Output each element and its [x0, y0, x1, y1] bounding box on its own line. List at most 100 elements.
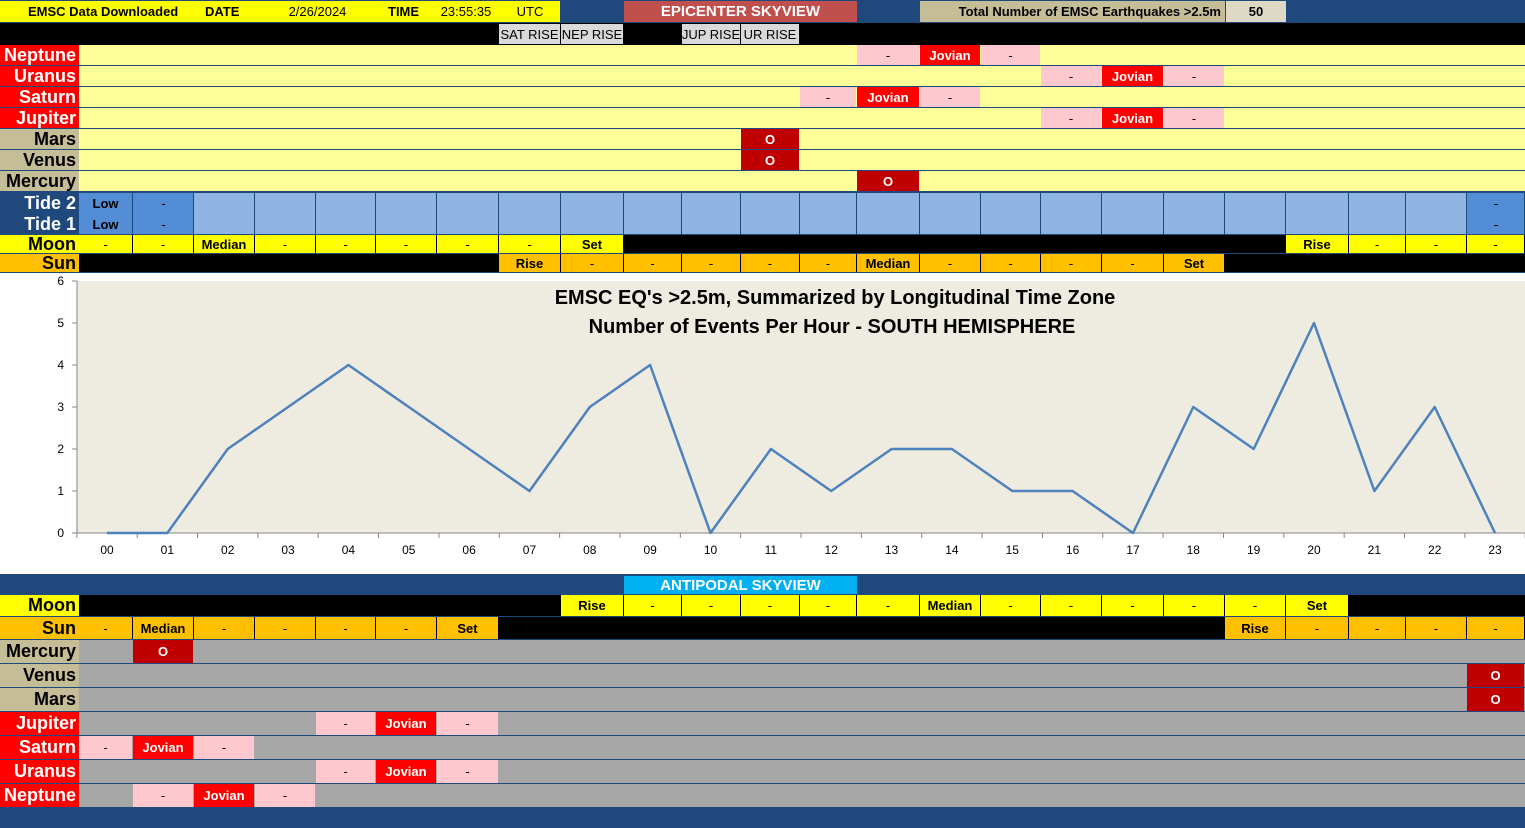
tide-cell — [624, 193, 681, 234]
antipodal-moon-cell: - — [800, 595, 856, 616]
x-tick-label: 04 — [342, 543, 356, 557]
jovian-cell: Jovian — [133, 736, 193, 759]
conjunction-cell: O — [741, 150, 799, 170]
jovian-margin-cell: - — [316, 760, 375, 783]
jovian-cell: Jovian — [1102, 108, 1163, 128]
antipodal-skyview-title: ANTIPODAL SKYVIEW — [624, 576, 857, 594]
jovian-cell: Jovian — [1102, 66, 1163, 86]
epicenter-moon-cell: - — [437, 235, 498, 253]
x-tick-label: 23 — [1488, 543, 1502, 557]
jovian-margin-cell: - — [79, 736, 132, 759]
antipodal-moon-cell: - — [741, 595, 799, 616]
jovian-margin-cell: - — [133, 784, 193, 807]
tide1-low: Low — [92, 216, 119, 232]
rise-label: UR RISE — [741, 24, 799, 44]
antipodal-moon-cell: Set — [1286, 595, 1348, 616]
y-tick-label: 0 — [57, 526, 64, 540]
y-tick-label: 2 — [57, 442, 64, 456]
epicenter-planet-band — [79, 129, 1525, 149]
jovian-cell: Jovian — [376, 760, 436, 783]
jovian-margin-cell: - — [981, 45, 1040, 65]
tide-cell — [800, 193, 856, 234]
jovian-margin-cell: - — [255, 784, 315, 807]
tide-cell — [1041, 193, 1101, 234]
jovian-margin-cell: - — [437, 712, 498, 735]
epicenter-moon-cell: - — [255, 235, 315, 253]
antipodal-planet-label: Jupiter — [0, 712, 79, 735]
tide2-low: Low — [92, 195, 119, 211]
rise-label: NEP RISE — [561, 24, 623, 44]
y-tick-label: 3 — [57, 400, 64, 414]
x-tick-label: 18 — [1187, 543, 1201, 557]
epicenter-moon-cell: - — [133, 235, 193, 253]
antipodal-sun-cell: - — [316, 617, 375, 639]
earthquake-line-chart: 0123456 00 01 02 03 04 05 06 07 08 09 10 11 12 13 14 15… — [57, 274, 1525, 557]
antipodal-planet-band — [79, 760, 1525, 783]
tide-cell — [1102, 193, 1163, 234]
epicenter-sun-cell: - — [741, 254, 799, 272]
timezone-label: UTC — [516, 4, 544, 19]
antipodal-planet-band — [79, 664, 1525, 687]
antipodal-moon-cell: Median — [920, 595, 980, 616]
x-tick-label: 01 — [161, 543, 175, 557]
jovian-cell: Jovian — [194, 784, 254, 807]
antipodal-moon-cell: - — [857, 595, 919, 616]
epicenter-sun-cell: - — [682, 254, 740, 272]
antipodal-moon-cell: - — [981, 595, 1040, 616]
epicenter-planet-label: Mars — [0, 129, 79, 149]
x-tick-label: 21 — [1368, 543, 1382, 557]
rise-label: SAT RISE — [499, 24, 560, 44]
antipodal-sun-cell: Rise — [1225, 617, 1285, 639]
epicenter-moon-cell: - — [376, 235, 436, 253]
antipodal-planet-band — [79, 640, 1525, 663]
tide1-label: Tide 1 — [24, 214, 76, 234]
tide-cell — [981, 193, 1040, 234]
epicenter-planet-band — [79, 108, 1525, 128]
epicenter-moon-cell: - — [1406, 235, 1466, 253]
jovian-margin-cell: - — [1041, 66, 1101, 86]
jovian-margin-cell: - — [857, 45, 919, 65]
epicenter-moon-label: Moon — [0, 235, 79, 253]
antipodal-planet-band — [79, 712, 1525, 735]
x-tick-label: 11 — [765, 543, 778, 557]
tide-cell — [1286, 193, 1348, 234]
antipodal-moon-cell: Rise — [561, 595, 623, 616]
epicenter-planet-label: Venus — [0, 150, 79, 170]
time-label: TIME — [388, 4, 420, 19]
jovian-margin-cell: - — [437, 760, 498, 783]
tide-cell — [437, 193, 498, 234]
jovian-cell: Jovian — [920, 45, 980, 65]
date-label: DATE — [205, 4, 240, 19]
antipodal-planet-label: Neptune — [0, 784, 79, 807]
epicenter-moon-cell: - — [1349, 235, 1405, 253]
jovian-margin-cell: - — [1164, 108, 1224, 128]
epicenter-planet-band — [79, 150, 1525, 170]
jovian-margin-cell: - — [316, 712, 375, 735]
rise-label: JUP RISE — [682, 24, 740, 44]
time-value: 23:55:35 — [440, 4, 492, 19]
antipodal-moon-cell: - — [1041, 595, 1101, 616]
tide-dash: - — [1493, 216, 1499, 232]
tide-dash: - — [1493, 195, 1499, 211]
epicenter-planet-band — [79, 45, 1525, 65]
tide-cell — [316, 193, 375, 234]
tide-cell — [1164, 193, 1224, 234]
epicenter-sun-cell: Set — [1164, 254, 1224, 272]
x-tick-label: 13 — [885, 543, 899, 557]
tide-cell — [194, 193, 254, 234]
epicenter-skyview-title: EPICENTER SKYVIEW — [624, 1, 857, 22]
antipodal-sun-cell: Set — [437, 617, 498, 639]
tide-cell — [920, 193, 980, 234]
epicenter-sun-cell: - — [1102, 254, 1163, 272]
tide-cell — [682, 193, 740, 234]
antipodal-sun-cell: - — [1349, 617, 1405, 639]
tide-cell — [1349, 193, 1405, 234]
x-tick-label: 19 — [1247, 543, 1261, 557]
chart-subtitle: Number of Events Per Hour - SOUTH HEMISP… — [589, 316, 1076, 338]
epicenter-moon-cell: - — [1467, 235, 1524, 253]
x-tick-label: 00 — [100, 543, 114, 557]
jovian-margin-cell: - — [920, 87, 980, 107]
epicenter-moon-cell: - — [79, 235, 132, 253]
epicenter-moon-cell: Set — [561, 235, 623, 253]
epicenter-sun-label: Sun — [0, 254, 79, 272]
